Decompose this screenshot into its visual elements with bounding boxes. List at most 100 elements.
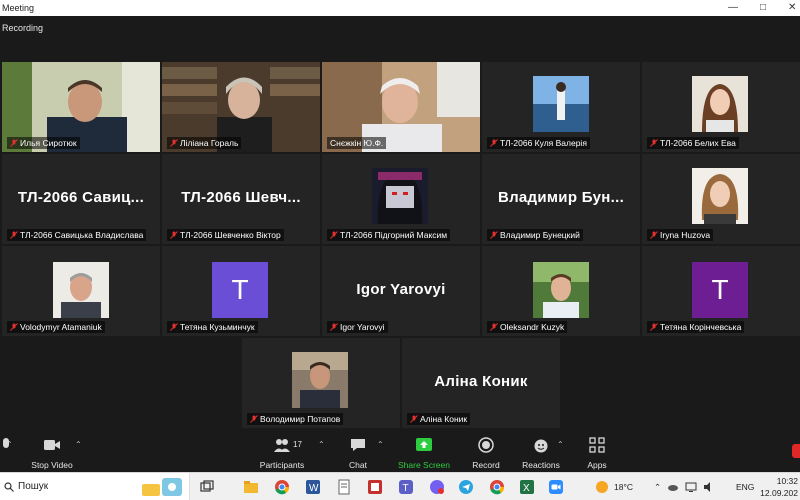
mic-muted-icon bbox=[490, 231, 498, 239]
participant-name-label: Ліліана Гораль bbox=[167, 137, 242, 149]
participant-name-label: Iryna Huzova bbox=[647, 229, 714, 241]
participant-display-name: ТЛ-2066 Савиц... bbox=[17, 189, 145, 206]
reactions-options-caret-icon[interactable]: ⌃ bbox=[557, 440, 564, 449]
teams-icon[interactable]: T bbox=[398, 479, 414, 495]
participant-tile[interactable]: Ліліана Гораль bbox=[162, 62, 320, 152]
excel-icon[interactable]: X bbox=[519, 479, 535, 495]
participant-avatar: T bbox=[212, 262, 268, 318]
mic-muted-icon bbox=[490, 139, 498, 147]
maximize-icon[interactable]: □ bbox=[760, 0, 766, 16]
participant-tile[interactable]: ТЛ-2066 Куля Валерія bbox=[482, 62, 640, 152]
participant-tile[interactable]: Илья Сиротюк bbox=[2, 62, 160, 152]
participant-name-label: ТЛ-2066 Шевченко Віктор bbox=[167, 229, 284, 241]
mic-muted-icon bbox=[330, 323, 338, 331]
taskbar-search-text: Пошук bbox=[18, 481, 49, 492]
mic-muted-icon bbox=[170, 139, 178, 147]
svg-text:W: W bbox=[309, 483, 319, 494]
video-options-caret-icon[interactable]: ⌃ bbox=[75, 440, 82, 449]
pdf-reader-icon[interactable] bbox=[367, 479, 383, 495]
input-language[interactable]: ENG bbox=[736, 482, 754, 492]
participant-name-label: Аліна Коник bbox=[407, 413, 471, 425]
participants-button[interactable]: Participants bbox=[250, 436, 314, 470]
svg-text:X: X bbox=[523, 483, 530, 494]
file-explorer-icon[interactable] bbox=[243, 479, 259, 495]
participant-tile[interactable]: Igor Yarovyi Igor Yarovyi bbox=[322, 246, 480, 336]
mic-muted-icon bbox=[410, 415, 418, 423]
participant-tile[interactable]: ТЛ-2066 Підгорний Максим bbox=[322, 154, 480, 244]
search-highlight-icon bbox=[142, 478, 182, 496]
participant-tile[interactable]: ТЛ-2066 Белих Ева bbox=[642, 62, 800, 152]
end-meeting-button[interactable] bbox=[792, 444, 800, 458]
microphone-icon bbox=[3, 438, 9, 448]
chat-icon bbox=[351, 439, 365, 451]
apps-button[interactable]: Apps bbox=[565, 436, 629, 470]
minimize-icon[interactable]: — bbox=[728, 0, 738, 16]
participant-photo bbox=[692, 168, 748, 224]
weather-icon[interactable] bbox=[594, 479, 610, 495]
participant-name-label: ТЛ-2066 Белих Ева bbox=[647, 137, 739, 149]
mic-muted-icon bbox=[330, 231, 338, 239]
reactions-icon bbox=[534, 439, 548, 453]
mic-muted-icon bbox=[650, 323, 658, 331]
volume-icon[interactable] bbox=[703, 481, 715, 493]
mic-muted-icon bbox=[650, 231, 658, 239]
window-title: Meeting bbox=[2, 3, 35, 13]
participant-tile[interactable]: Volodymyr Atamaniuk bbox=[2, 246, 160, 336]
tray-chevron-icon[interactable]: ⌃ bbox=[654, 482, 661, 493]
notepad-icon[interactable] bbox=[336, 479, 352, 495]
participant-name-label: Oleksandr Kuzyk bbox=[487, 321, 568, 333]
participant-name-label: ТЛ-2066 Куля Валерія bbox=[487, 137, 590, 149]
cloud-icon[interactable] bbox=[667, 481, 679, 493]
taskbar-clock[interactable]: 10:32 12.09.202 bbox=[760, 475, 798, 499]
mic-muted-icon bbox=[170, 323, 178, 331]
window-title-bar: Meeting — □ ✕ bbox=[0, 0, 800, 16]
taskbar-search-box[interactable]: Пошук bbox=[0, 473, 190, 500]
participant-photo bbox=[692, 76, 748, 132]
share-screen-button[interactable]: Share Screen bbox=[392, 436, 456, 470]
video-camera-icon bbox=[44, 440, 60, 450]
participant-display-name: ТЛ-2066 Шевч... bbox=[181, 189, 301, 206]
participant-name-label: Тетяна Кузьминчук bbox=[167, 321, 258, 333]
participant-tile[interactable]: ТЛ-2066 Шевч... ТЛ-2066 Шевченко Віктор bbox=[162, 154, 320, 244]
participant-tile[interactable]: Iryna Huzova bbox=[642, 154, 800, 244]
chrome-icon[interactable] bbox=[274, 479, 290, 495]
network-icon[interactable] bbox=[685, 481, 697, 493]
participant-avatar: T bbox=[692, 262, 748, 318]
mic-muted-icon bbox=[10, 323, 18, 331]
mic-muted-icon bbox=[10, 139, 18, 147]
participant-tile[interactable]: Снєжкін Ю.Ф. bbox=[322, 62, 480, 152]
zoom-icon[interactable] bbox=[548, 479, 564, 495]
participant-tile[interactable]: T Тетяна Кузьминчук bbox=[162, 246, 320, 336]
word-icon[interactable]: W bbox=[305, 479, 321, 495]
telegram-icon[interactable] bbox=[458, 479, 474, 495]
participant-photo bbox=[533, 76, 589, 132]
meeting-controls-bar: ⌃ Stop Video ⌃ Participants 17 ⌃ Chat ⌃ … bbox=[0, 432, 800, 472]
viber-icon[interactable] bbox=[429, 479, 445, 495]
chat-options-caret-icon[interactable]: ⌃ bbox=[377, 440, 384, 449]
participant-display-name: Аліна Коник bbox=[434, 373, 528, 390]
apps-icon bbox=[589, 437, 605, 453]
participant-photo bbox=[533, 262, 589, 318]
participant-name-label: Снєжкін Ю.Ф. bbox=[327, 137, 387, 149]
clock-time: 10:32 bbox=[776, 476, 798, 486]
participant-display-name: Владимир Бун... bbox=[497, 189, 625, 206]
participant-name-label: Владимир Бунецкий bbox=[487, 229, 583, 241]
participant-tile[interactable]: Владимир Бун... Владимир Бунецкий bbox=[482, 154, 640, 244]
record-icon bbox=[478, 437, 494, 453]
recording-label: Recording bbox=[2, 23, 44, 33]
share-screen-icon bbox=[416, 438, 432, 451]
participant-name-label: Володимир Потапов bbox=[247, 413, 344, 425]
clock-date: 12.09.202 bbox=[760, 488, 798, 498]
participant-tile[interactable]: T Тетяна Корінчевська bbox=[642, 246, 800, 336]
chrome-profile-icon[interactable] bbox=[489, 479, 505, 495]
participant-tile[interactable]: Oleksandr Kuzyk bbox=[482, 246, 640, 336]
participant-photo bbox=[372, 168, 428, 224]
close-icon[interactable]: ✕ bbox=[788, 0, 796, 16]
participant-tile[interactable]: Аліна Коник Аліна Коник bbox=[402, 338, 560, 428]
task-view-icon[interactable] bbox=[199, 479, 215, 495]
participant-name-label: Тетяна Корінчевська bbox=[647, 321, 745, 333]
participant-tile[interactable]: ТЛ-2066 Савиц... ТЛ-2066 Савицька Владис… bbox=[2, 154, 160, 244]
participants-options-caret-icon[interactable]: ⌃ bbox=[318, 440, 325, 449]
mic-muted-icon bbox=[650, 139, 658, 147]
participant-tile[interactable]: Володимир Потапов bbox=[242, 338, 400, 428]
